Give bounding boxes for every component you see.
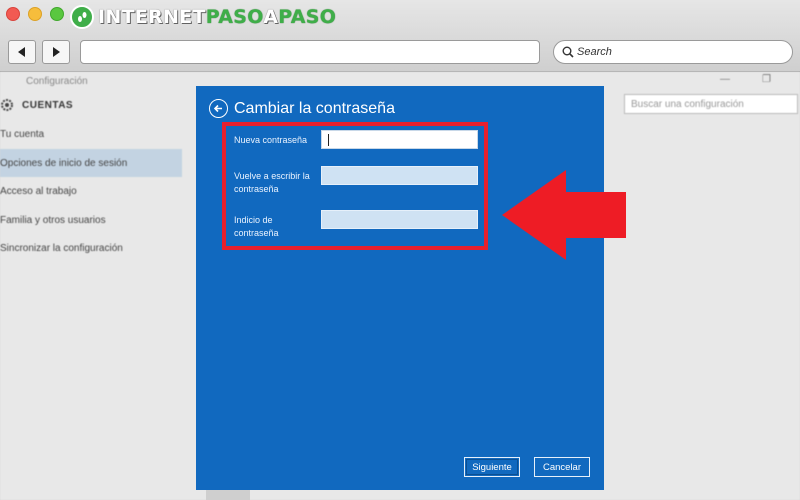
title-bar: INTERNETPASOAPASO [0,0,800,34]
sidebar-item-label: Acceso al trabajo [0,185,77,197]
password-hint-label: Indicio de contraseña [234,215,279,238]
password-hint-input[interactable] [321,210,478,229]
browser-search-field[interactable]: Search [553,40,793,64]
arrow-left-icon [18,47,25,57]
sidebar-item-label: Familia y otros usuarios [0,214,106,226]
search-label: Search [577,46,612,58]
dialog-title: Cambiar la contraseña [234,99,395,117]
settings-window-title: Configuración [26,76,88,87]
new-password-input[interactable] [321,130,478,149]
confirm-password-input[interactable] [321,166,478,185]
sidebar-item-sincronizar[interactable]: Sincronizar la configuración [0,234,182,262]
gear-icon [1,99,13,111]
back-button[interactable] [8,40,36,64]
section-header: CUENTAS [0,94,73,116]
red-arrow-icon [502,170,626,260]
confirm-password-label: Vuelve a escribir la contraseña [234,171,310,194]
cancel-button[interactable]: Cancelar [534,457,590,477]
restore-icon[interactable]: ❐ [762,74,771,85]
change-password-dialog: Cambiar la contraseña Nueva contraseña V… [196,86,604,490]
search-placeholder: Buscar una configuración [631,98,744,110]
minimize-icon[interactable]: — [720,74,730,85]
back-arrow-icon[interactable] [209,99,228,118]
navigation-toolbar: Search [0,38,800,68]
site-logo: INTERNETPASOAPASO [70,4,336,30]
search-icon [562,46,574,58]
sidebar-item-familia[interactable]: Familia y otros usuarios [0,206,182,234]
section-title: CUENTAS [22,99,74,111]
forward-button[interactable] [42,40,70,64]
sidebar-item-tu-cuenta[interactable]: Tu cuenta [0,120,182,148]
close-window-button[interactable] [6,7,20,21]
text-caret [328,134,329,146]
next-button[interactable]: Siguiente [464,457,520,477]
sidebar-item-opciones-inicio-sesion[interactable]: Opciones de inicio de sesión [0,149,182,177]
sidebar-item-acceso-trabajo[interactable]: Acceso al trabajo [0,177,182,205]
taskbar-fragment [206,490,250,500]
settings-search-input[interactable]: Buscar una configuración [624,94,798,114]
new-password-label: Nueva contraseña [234,135,308,145]
sidebar-item-label: Opciones de inicio de sesión [0,157,128,169]
footsteps-icon [70,5,94,29]
minimize-window-button[interactable] [28,7,42,21]
arrow-right-icon [53,47,60,57]
sidebar-item-label: Sincronizar la configuración [0,242,123,254]
dialog-header: Cambiar la contraseña [209,99,395,118]
maximize-window-button[interactable] [50,7,64,21]
sidebar-item-label: Tu cuenta [0,128,45,140]
browser-chrome: INTERNETPASOAPASO Search [0,0,800,72]
address-bar[interactable] [80,40,540,64]
site-logo-text: INTERNETPASOAPASO [98,6,337,28]
